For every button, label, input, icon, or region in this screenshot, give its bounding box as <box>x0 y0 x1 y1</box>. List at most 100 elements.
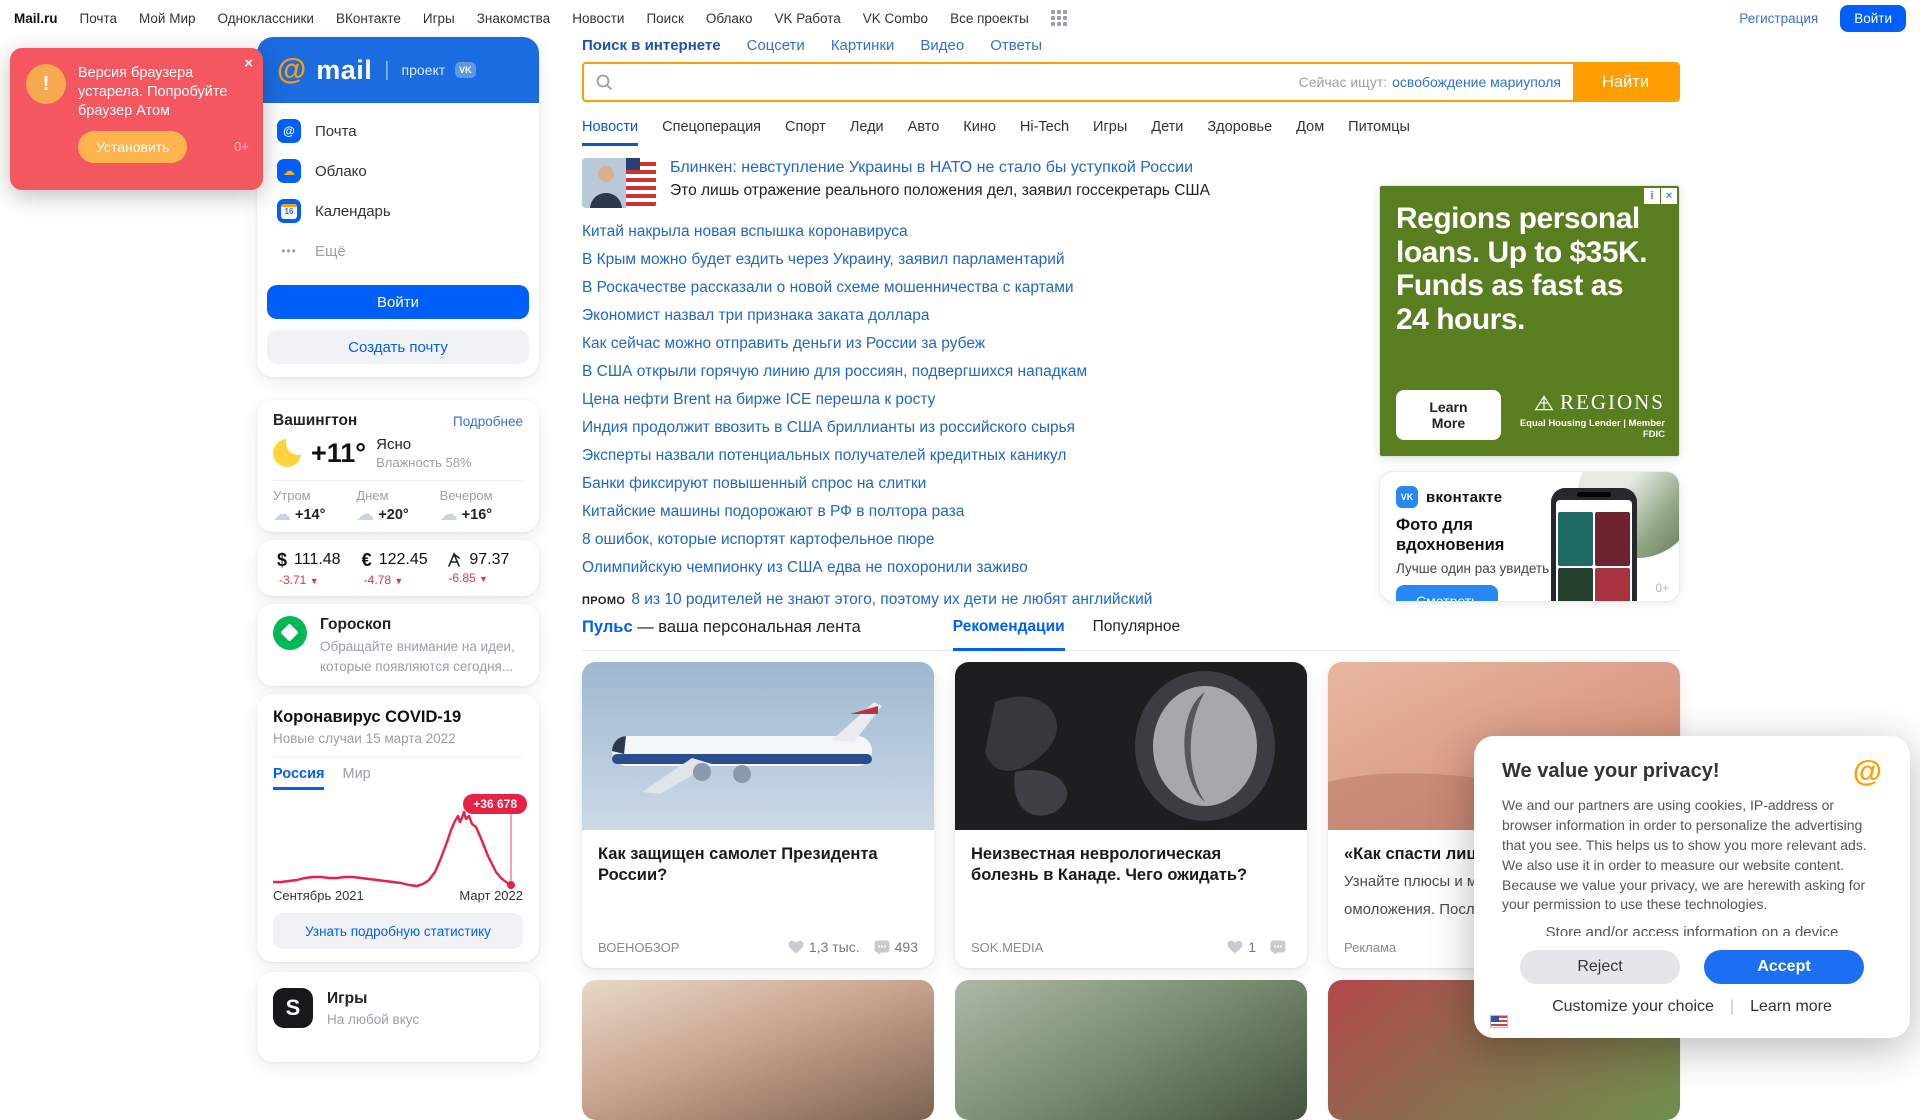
sidebar-item-more[interactable]: ••• Ещё <box>265 231 531 271</box>
cookie-reject-button[interactable]: Reject <box>1520 950 1680 985</box>
news-link[interactable]: Как сейчас можно отправить деньги из Рос… <box>582 335 985 352</box>
lead-news[interactable]: Блинкен: невступление Украины в НАТО не … <box>582 158 1372 214</box>
news-tab-novosti[interactable]: Новости <box>582 119 639 146</box>
search-submit-button[interactable]: Найти <box>1573 64 1678 100</box>
pulse-card-partial[interactable] <box>582 980 934 1120</box>
games-title: Игры <box>327 990 368 1007</box>
news-link[interactable]: Индия продолжит ввозить в США бриллианты… <box>582 419 1075 436</box>
pulse-header: Пульс — ваша персональная лента Рекоменд… <box>582 618 1680 651</box>
ad-info-icon[interactable]: i <box>1644 188 1660 204</box>
currency-rates-widget[interactable]: $111.48 -3.71 ▼ €122.45 -4.78 ▼ 97.37 -6… <box>257 540 539 596</box>
news-tab-kino[interactable]: Кино <box>963 119 996 146</box>
search-tab-images[interactable]: Картинки <box>831 37 895 54</box>
lead-news-title[interactable]: Блинкен: невступление Украины в НАТО не … <box>670 159 1193 176</box>
sidebar-item-calendar[interactable]: 16 Календарь <box>265 191 531 231</box>
cloud-sun-icon: ☁ <box>356 503 377 525</box>
topnav-link-vk-rabota[interactable]: VK Работа <box>774 11 840 26</box>
sidebar-login-button[interactable]: Войти <box>267 285 529 319</box>
sidebar-item-cloud[interactable]: ☁ Облако <box>265 151 531 191</box>
news-link[interactable]: Эксперты назвали потенциальных получател… <box>582 447 1066 464</box>
news-tab-dom[interactable]: Дом <box>1296 119 1324 146</box>
news-link[interactable]: Китай накрыла новая вспышка коронавируса <box>582 223 908 240</box>
mail-logo-header[interactable]: @ mail | проект VK <box>257 37 539 103</box>
news-tab-hitech[interactable]: Hi-Tech <box>1020 119 1069 146</box>
search-tab-web[interactable]: Поиск в интернете <box>582 37 721 54</box>
comments-count[interactable] <box>1270 940 1291 955</box>
covid-tab-world[interactable]: Мир <box>342 766 370 790</box>
now-searching-query[interactable]: освобождение мариуполя <box>1392 74 1561 90</box>
search-tab-social[interactable]: Соцсети <box>747 37 805 54</box>
card-title[interactable]: Как защищен самолет Президента России? <box>582 830 934 885</box>
news-link[interactable]: Экономист назвал три признака заката дол… <box>582 307 929 324</box>
news-tab-specoperacia[interactable]: Спецоперация <box>662 119 761 146</box>
search-tab-answers[interactable]: Ответы <box>990 37 1042 54</box>
card-title[interactable]: Неизвестная неврологическая болезнь в Ка… <box>955 830 1307 885</box>
search-tab-video[interactable]: Видео <box>920 37 964 54</box>
regions-learn-more-button[interactable]: Learn More <box>1396 390 1501 440</box>
covid-chart: +36 678 <box>273 794 527 889</box>
card-source[interactable]: ВОЕНОБЗОР <box>598 940 679 955</box>
pulse-tab-popular[interactable]: Популярное <box>1093 618 1180 651</box>
topnav-link-vk-combo[interactable]: VK Combo <box>863 11 928 26</box>
apps-grid-icon[interactable] <box>1050 10 1067 26</box>
news-link[interactable]: Олимпийскую чемпионку из США едва не пох… <box>582 559 1028 576</box>
card-source[interactable]: SOK.MEDIA <box>971 940 1043 955</box>
news-tab-avto[interactable]: Авто <box>908 119 940 146</box>
cookie-learn-more-link[interactable]: Learn more <box>1750 998 1832 1016</box>
likes-count[interactable]: 1 <box>1227 939 1256 955</box>
topnav-link-igry[interactable]: Игры <box>423 11 455 26</box>
news-link[interactable]: Китайские машины подорожают в РФ в полто… <box>582 503 964 520</box>
news-link[interactable]: В Роскачестве рассказали о новой схеме м… <box>582 279 1074 296</box>
news-tab-pitomcy[interactable]: Питомцы <box>1348 119 1410 146</box>
news-link[interactable]: В США открыли горячую линию для россиян,… <box>582 363 1087 380</box>
news-link[interactable]: Цена нефти Brent на бирже ICE перешла к … <box>582 391 935 408</box>
pulse-card-partial[interactable] <box>955 980 1307 1120</box>
news-link[interactable]: 8 ошибок, которые испортят картофельное … <box>582 531 935 548</box>
vk-watch-button[interactable]: Смотреть <box>1396 584 1499 601</box>
games-widget[interactable]: S Игры На любой вкус <box>257 972 539 1062</box>
weather-more-link[interactable]: Подробнее <box>453 414 523 429</box>
topnav-link-poisk[interactable]: Поиск <box>646 11 683 26</box>
register-link[interactable]: Регистрация <box>1739 11 1818 26</box>
pulse-title[interactable]: Пульс <box>582 618 633 636</box>
covid-tab-russia[interactable]: Россия <box>273 766 325 790</box>
news-link[interactable]: В Крым можно будет ездить через Украину,… <box>582 251 1065 268</box>
topnav-link-oblako[interactable]: Облако <box>706 11 753 26</box>
pulse-card-airplane[interactable]: Как защищен самолет Президента России? В… <box>582 662 934 968</box>
news-tab-ledi[interactable]: Леди <box>850 119 884 146</box>
search-input[interactable] <box>624 64 1299 100</box>
cookie-customize-link[interactable]: Customize your choice <box>1552 998 1714 1016</box>
topnav-link-pochta[interactable]: Почта <box>80 11 118 26</box>
topnav-link-znakomstva[interactable]: Знакомства <box>477 11 550 26</box>
news-tab-igry[interactable]: Игры <box>1093 119 1127 146</box>
create-mail-button[interactable]: Создать почту <box>267 330 529 364</box>
install-atom-button[interactable]: Установить <box>78 130 188 163</box>
pulse-card-neurology[interactable]: Неизвестная неврологическая болезнь в Ка… <box>955 662 1307 968</box>
sidebar-item-mail[interactable]: @ Почта <box>265 111 531 151</box>
topnav-link-novosti[interactable]: Новости <box>572 11 624 26</box>
topnav-link-moymir[interactable]: Мой Мир <box>139 11 196 26</box>
vk-ad-card[interactable]: VK вконтакте Фото для вдохновения Лучше … <box>1379 471 1680 602</box>
ad-close-icon[interactable]: × <box>1661 188 1677 204</box>
regions-ad-banner[interactable]: i × Regions personal loans. Up to $35K. … <box>1379 185 1680 457</box>
horoscope-widget[interactable]: Гороскоп Обращайте внимание на идеи, кот… <box>257 604 539 686</box>
cookie-consent-dialog: We value your privacy! @ We and our part… <box>1474 736 1910 1038</box>
promo-link[interactable]: 8 из 10 родителей не знают этого, поэтом… <box>631 591 1152 608</box>
comments-count[interactable]: 493 <box>874 939 918 955</box>
close-icon[interactable]: × <box>244 56 253 71</box>
search-bar: Сейчас ищут: освобождение мариуполя Найт… <box>582 62 1680 102</box>
news-tab-zdorovie[interactable]: Здоровье <box>1207 119 1272 146</box>
news-tab-deti[interactable]: Дети <box>1151 119 1183 146</box>
news-tab-sport[interactable]: Спорт <box>785 119 826 146</box>
covid-stats-button[interactable]: Узнать подробную статистику <box>273 913 523 949</box>
language-flag-icon[interactable] <box>1490 1015 1508 1028</box>
likes-count[interactable]: 1,3 тыс. <box>788 939 860 955</box>
topnav-link-odnoklassniki[interactable]: Одноклассники <box>218 11 314 26</box>
topnav-login-button[interactable]: Войти <box>1840 4 1906 32</box>
brand-mailru[interactable]: Mail.ru <box>14 11 58 26</box>
news-link[interactable]: Банки фиксируют повышенный спрос на слит… <box>582 475 926 492</box>
topnav-link-all-projects[interactable]: Все проекты <box>950 11 1029 26</box>
pulse-tab-recommendations[interactable]: Рекомендации <box>952 618 1065 651</box>
topnav-link-vkontakte[interactable]: ВКонтакте <box>336 11 401 26</box>
cookie-accept-button[interactable]: Accept <box>1704 950 1864 985</box>
